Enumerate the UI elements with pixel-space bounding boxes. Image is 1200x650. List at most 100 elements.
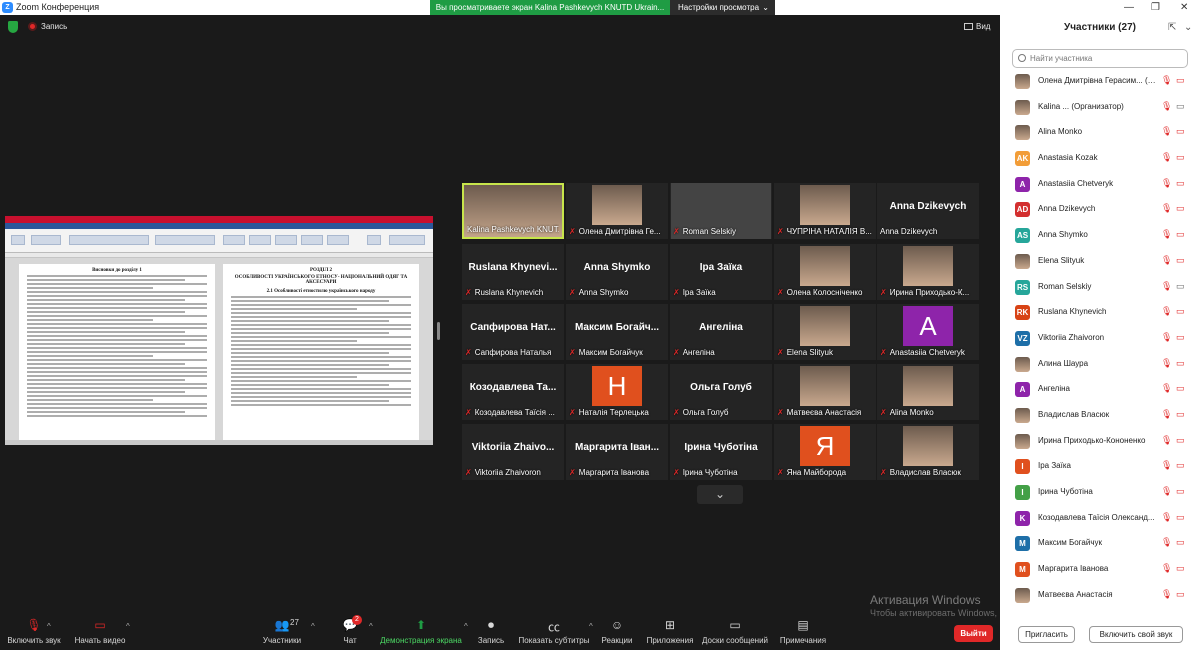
video-tile[interactable]: Сапфирова Нат... ✗ Сапфирова Наталья <box>462 304 564 360</box>
participant-row[interactable]: AD Anna Dzikevych 🎙 ▭ <box>1000 197 1200 223</box>
participant-row[interactable]: K Козодавлева Таїсія Олександ... 🎙 ▭ <box>1000 506 1200 532</box>
video-tile[interactable]: ✗ Elena Slityuk <box>774 304 876 360</box>
gallery-next-page-button[interactable]: ⌄ <box>697 485 743 504</box>
participant-row[interactable]: M Маргарита Іванова 🎙 ▭ <box>1000 557 1200 583</box>
video-tile[interactable]: ✗ Матвеєва Анастасія <box>774 364 876 420</box>
video-tile[interactable]: ✗ Alina Monko <box>877 364 979 420</box>
notes-button[interactable]: ▤ Примечания <box>778 618 828 645</box>
security-shield-icon[interactable] <box>8 21 18 33</box>
invite-button[interactable]: Пригласить <box>1018 626 1075 643</box>
participant-avatar: M <box>1015 562 1030 578</box>
window-title: Zoom Конференция <box>16 2 100 12</box>
participant-row[interactable]: VZ Viktoriia Zhaivoron 🎙 ▭ <box>1000 326 1200 352</box>
record-label[interactable]: Запись <box>41 22 67 31</box>
view-options-button[interactable]: Настройки просмотра ⌄ <box>670 0 775 15</box>
participant-name: Матвеєва Анастасія <box>1038 589 1113 599</box>
participant-row[interactable]: A Anastasiia Chetveryk 🎙 ▭ <box>1000 172 1200 198</box>
participant-row[interactable]: RK Ruslana Khynevich 🎙 ▭ <box>1000 300 1200 326</box>
whiteboards-button[interactable]: ▭ Доски сообщений <box>700 618 770 645</box>
participant-avatar: VZ <box>1015 330 1030 346</box>
video-tile[interactable]: Viktoriia Zhaivo... ✗ Viktoriia Zhaivoron <box>462 424 564 480</box>
chat-button[interactable]: 💬 2 Чат <box>338 615 362 645</box>
participants-chevron-icon[interactable]: ^ <box>311 622 315 631</box>
participant-row[interactable]: Ирина Приходько-Кононенко 🎙 ▭ <box>1000 429 1200 455</box>
unmute-self-button[interactable]: Включить свой звук <box>1089 626 1183 643</box>
video-tile[interactable]: Козодавлева Та... ✗ Козодавлева Таїсія ... <box>462 364 564 420</box>
mic-muted-icon: ✗ <box>880 408 887 417</box>
video-tile[interactable]: Anna Shymko ✗ Anna Shymko <box>566 244 668 300</box>
participant-row[interactable]: AK Anastasia Kozak 🎙 ▭ <box>1000 146 1200 172</box>
mic-muted-icon: 🎙 <box>1161 486 1173 496</box>
video-tile[interactable]: Ольга Голуб ✗ Ольга Голуб <box>670 364 772 420</box>
record-button[interactable]: ⏺ Запись <box>476 618 506 645</box>
video-tile[interactable]: Я ✗ Яна Майборода <box>774 424 876 480</box>
participant-row[interactable]: RS Roman Selskiy 🎙 ▭ <box>1000 275 1200 301</box>
video-tile[interactable]: Kalina Pashkevych KNUT... <box>462 183 564 239</box>
video-options-chevron-icon[interactable]: ^ <box>126 622 130 631</box>
popout-icon[interactable]: ⇱ <box>1168 22 1176 33</box>
video-tile[interactable]: A ✗ Anastasiia Chetveryk <box>877 304 979 360</box>
participants-button[interactable]: 👥 27 Участники <box>262 618 302 645</box>
panel-close-icon[interactable]: ✕ <box>1180 2 1188 13</box>
participant-row[interactable]: Матвеєва Анастасія 🎙 ▭ <box>1000 583 1200 609</box>
video-tile[interactable]: ✗ Олена Колосніченко <box>774 244 876 300</box>
video-tile[interactable]: ✗ ЧУПРІНА НАТАЛІЯ В... <box>774 183 876 239</box>
apps-button[interactable]: ⊞ Приложения <box>645 618 695 645</box>
tile-caption: ✗ Ольга Голуб <box>673 407 769 418</box>
mic-muted-icon: ✗ <box>777 348 784 357</box>
video-tile[interactable]: H ✗ Наталія Терлецька <box>566 364 668 420</box>
camera-off-icon: ▭ <box>1176 229 1185 240</box>
participant-row[interactable]: AS Anna Shymko 🎙 ▭ <box>1000 223 1200 249</box>
participant-row[interactable]: Elena Slityuk 🎙 ▭ <box>1000 249 1200 275</box>
unmute-button[interactable]: 🎙 Включить звук <box>6 618 62 645</box>
participant-avatar <box>1015 253 1030 269</box>
video-tile[interactable]: Ангеліна ✗ Ангеліна <box>670 304 772 360</box>
participant-row[interactable]: Алина Шаура 🎙 ▭ <box>1000 352 1200 378</box>
panel-minimize-icon[interactable]: — <box>1124 2 1134 13</box>
captions-chevron-icon[interactable]: ^ <box>589 622 593 631</box>
video-tile[interactable]: ✗ Олена Дмитрівна Ге... <box>566 183 668 239</box>
tile-name: Іра Заїка <box>682 288 716 297</box>
video-tile[interactable]: Anna Dzikevych Anna Dzikevych <box>877 183 979 239</box>
record-icon <box>28 22 37 31</box>
mic-muted-icon: ✗ <box>880 288 887 297</box>
panel-collapse-icon[interactable]: ⌄ <box>1184 22 1192 33</box>
video-tile[interactable]: Максим Богайч... ✗ Максим Богайчук <box>566 304 668 360</box>
participant-row[interactable]: A Ангеліна 🎙 ▭ <box>1000 377 1200 403</box>
view-button[interactable]: Вид <box>964 22 990 31</box>
chat-chevron-icon[interactable]: ^ <box>369 622 373 631</box>
share-chevron-icon[interactable]: ^ <box>464 622 468 631</box>
captions-button[interactable]: ㏄ Показать субтитры <box>518 618 590 645</box>
video-tile[interactable]: ✗ Владислав Власюк <box>877 424 979 480</box>
participant-row[interactable]: Kalina ... (Организатор) 🎙 ▭ <box>1000 95 1200 121</box>
share-screen-button[interactable]: ⬆ Демонстрация экрана <box>380 618 462 645</box>
video-tile[interactable]: Ірина Чуботіна ✗ Ірина Чуботіна <box>670 424 772 480</box>
leave-button[interactable]: Выйти <box>954 625 993 642</box>
video-tile[interactable]: Ruslana Khynevi... ✗ Ruslana Khynevich <box>462 244 564 300</box>
tile-name: Ruslana Khynevich <box>474 288 544 297</box>
participant-row[interactable]: І Ірина Чуботіна 🎙 ▭ <box>1000 480 1200 506</box>
participant-row[interactable]: Владислав Власюк 🎙 ▭ <box>1000 403 1200 429</box>
video-tile[interactable]: Іра Заїка ✗ Іра Заїка <box>670 244 772 300</box>
panel-restore-icon[interactable]: ❐ <box>1151 2 1160 13</box>
participant-row[interactable]: Alina Monko 🎙 ▭ <box>1000 120 1200 146</box>
audio-options-chevron-icon[interactable]: ^ <box>47 622 51 631</box>
participant-avatar <box>1015 356 1030 372</box>
split-drag-handle[interactable] <box>437 322 440 340</box>
mic-muted-icon: ✗ <box>569 468 576 477</box>
video-tile[interactable]: Маргарита Іван... ✗ Маргарита Іванова <box>566 424 668 480</box>
mic-muted-icon: 🎙 <box>1161 280 1173 291</box>
participant-row[interactable]: Олена Дмитрівна Герасим... (Я) 🎙 ▭ <box>1000 69 1200 95</box>
reactions-button[interactable]: ☺ Реакции <box>601 618 633 645</box>
video-tile[interactable]: ✗ Roman Selskiy <box>670 183 772 239</box>
tile-name: Ангеліна <box>682 348 715 357</box>
meeting-top-bar: Запись Вид <box>0 15 1000 39</box>
start-video-button[interactable]: ▭ Начать видео <box>74 618 126 645</box>
participant-search-input[interactable]: Найти участника <box>1012 49 1188 68</box>
participant-avatar: RS <box>1015 279 1030 295</box>
video-tile[interactable]: ✗ Ирина Приходько-К... <box>877 244 979 300</box>
participant-row[interactable]: І Іра Заїка 🎙 ▭ <box>1000 454 1200 480</box>
tile-caption: ✗ Владислав Власюк <box>880 467 976 478</box>
participant-row[interactable]: M Максим Богайчук 🎙 ▭ <box>1000 531 1200 557</box>
participant-avatar: A <box>1015 382 1030 398</box>
